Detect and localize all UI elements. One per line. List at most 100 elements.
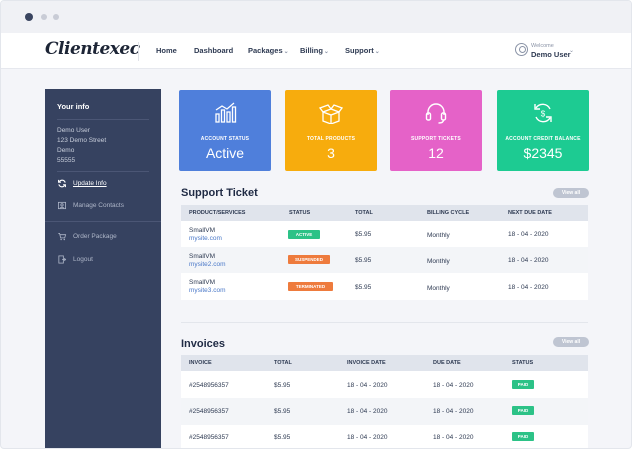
total-cell: $5.95 — [355, 284, 372, 291]
stat-value: 12 — [428, 145, 444, 161]
sidebar-item-label: Order Package — [73, 233, 117, 240]
chart-icon — [215, 102, 237, 123]
section-divider — [181, 322, 588, 323]
window-close-dot[interactable] — [25, 13, 33, 21]
address-line: Demo User — [57, 127, 90, 134]
column-header: TOTAL — [355, 210, 373, 216]
table-row[interactable]: #2548956357 $5.95 18 - 04 - 2020 18 - 04… — [181, 425, 588, 448]
product-name: SmallVM — [189, 227, 216, 234]
due-date-cell: 18 - 04 - 2020 — [508, 257, 549, 264]
stat-card-account-status[interactable]: ACCOUNT STATUS Active — [179, 90, 271, 171]
table-row[interactable]: #2548956357 $5.95 18 - 04 - 2020 18 - 04… — [181, 371, 588, 398]
stat-label: SUPPORT TICKETS — [411, 136, 461, 142]
invoice-number[interactable]: #2548956357 — [189, 434, 229, 441]
sidebar-item-manage-contacts[interactable]: Manage Contacts — [57, 201, 124, 210]
welcome-text: Welcome — [531, 43, 554, 49]
nav-support-label: Support — [345, 46, 374, 55]
stat-card-support-tickets[interactable]: SUPPORT TICKETS 12 — [390, 90, 482, 171]
product-name: SmallVM — [189, 279, 216, 286]
total-cell: $5.95 — [355, 257, 372, 264]
total-cell: $5.95 — [274, 382, 291, 389]
column-header: INVOICE DATE — [347, 360, 386, 366]
product-name: SmallVM — [189, 253, 216, 260]
site-link[interactable]: mysite.com — [189, 235, 222, 242]
sidebar-item-label: Logout — [73, 256, 93, 263]
window-minimize-dot[interactable] — [41, 14, 47, 20]
column-header: STATUS — [289, 210, 311, 216]
sidebar-item-update-info[interactable]: Update Info — [57, 179, 107, 188]
chevron-down-icon[interactable]: ⌄ — [569, 47, 574, 54]
svg-text:$: $ — [541, 110, 546, 119]
sidebar-title: Your info — [57, 102, 90, 111]
user-avatar-icon[interactable] — [515, 43, 528, 56]
sidebar: Your info Demo User 123 Demo Street Demo… — [45, 89, 161, 448]
table-row[interactable]: SmallVM mysite.com ACTIVE $5.95 Monthly … — [181, 221, 588, 247]
nav-home-label: Home — [156, 46, 177, 55]
due-date-cell: 18 - 04 - 2020 — [433, 408, 474, 415]
logout-icon — [58, 255, 67, 264]
dollar-cycle-icon: $ — [534, 103, 552, 123]
sidebar-item-order-package[interactable]: Order Package — [57, 232, 117, 241]
user-name[interactable]: Demo User — [531, 50, 571, 59]
stat-label: ACCOUNT STATUS — [200, 136, 250, 142]
stat-value: Active — [205, 145, 245, 161]
due-date-cell: 18 - 04 - 2020 — [508, 284, 549, 291]
contacts-icon — [57, 201, 67, 210]
sidebar-item-logout[interactable]: Logout — [57, 255, 93, 264]
support-ticket-title: Support Ticket — [181, 187, 258, 199]
invoices-table: INVOICE TOTAL INVOICE DATE DUE DATE STAT… — [181, 355, 588, 448]
address-line: 123 Demo Street — [57, 137, 107, 144]
headset-icon — [425, 103, 447, 124]
address-line: 55555 — [57, 157, 76, 164]
nav-support[interactable]: Support⌄ — [345, 46, 380, 55]
table-header: PRODUCT/SERVICES STATUS TOTAL BILLING CY… — [181, 205, 588, 221]
nav-dashboard-label: Dashboard — [194, 46, 234, 55]
nav-packages[interactable]: Packages⌄ — [248, 46, 289, 55]
site-link[interactable]: mysite2.com — [189, 261, 225, 268]
nav-packages-label: Packages — [248, 46, 283, 55]
due-date-cell: 18 - 04 - 2020 — [433, 382, 474, 389]
stat-value: $2345 — [523, 145, 563, 161]
sidebar-divider — [57, 171, 149, 172]
support-view-all-button[interactable]: View all — [553, 188, 589, 198]
column-header: STATUS — [512, 360, 534, 366]
stat-value: 3 — [327, 145, 335, 161]
header-divider — [138, 42, 139, 61]
nav-home[interactable]: Home — [156, 46, 177, 55]
column-header: TOTAL — [274, 360, 292, 366]
nav-billing-label: Billing — [300, 46, 323, 55]
due-date-cell: 18 - 04 - 2020 — [433, 434, 474, 441]
sidebar-divider — [57, 119, 149, 120]
site-link[interactable]: mysite3.com — [189, 287, 225, 294]
billing-cycle-cell: Monthly — [427, 285, 450, 292]
cart-icon — [58, 232, 67, 241]
invoices-title: Invoices — [181, 338, 226, 350]
app-window: Clientexec Home Dashboard Packages⌄ Bill… — [0, 0, 632, 449]
column-header: PRODUCT/SERVICES — [189, 210, 246, 216]
invoices-view-all-button[interactable]: View all — [553, 337, 589, 347]
window-maximize-dot[interactable] — [53, 14, 59, 20]
table-row[interactable]: #2548956357 $5.95 18 - 04 - 2020 18 - 04… — [181, 398, 588, 425]
chevron-down-icon: ⌄ — [283, 49, 289, 55]
stat-card-credit-balance[interactable]: $ ACCOUNT CREDIT BALANCE $2345 — [497, 90, 589, 171]
invoice-date-cell: 18 - 04 - 2020 — [347, 382, 388, 389]
nav-dashboard[interactable]: Dashboard — [194, 46, 233, 55]
invoice-date-cell: 18 - 04 - 2020 — [347, 434, 388, 441]
table-row[interactable]: SmallVM mysite2.com SUSPENDED $5.95 Mont… — [181, 247, 588, 273]
nav-billing[interactable]: Billing⌄ — [300, 46, 329, 55]
total-cell: $5.95 — [274, 408, 291, 415]
stat-label: ACCOUNT CREDIT BALANCE — [505, 136, 581, 142]
table-row[interactable]: SmallVM mysite3.com TERMINATED $5.95 Mon… — [181, 273, 588, 300]
column-header: DUE DATE — [433, 360, 461, 366]
status-badge: PAID — [512, 432, 534, 441]
billing-cycle-cell: Monthly — [427, 232, 450, 239]
refresh-icon — [58, 179, 66, 188]
sidebar-divider — [45, 221, 161, 222]
invoice-number[interactable]: #2548956357 — [189, 382, 229, 389]
column-header: NEXT DUE DATE — [508, 210, 552, 216]
brand-logo[interactable]: Clientexec — [45, 39, 140, 59]
invoice-number[interactable]: #2548956357 — [189, 408, 229, 415]
total-cell: $5.95 — [274, 434, 291, 441]
stat-card-total-products[interactable]: TOTAL PRODUCTS 3 — [285, 90, 377, 171]
table-header: INVOICE TOTAL INVOICE DATE DUE DATE STAT… — [181, 355, 588, 371]
